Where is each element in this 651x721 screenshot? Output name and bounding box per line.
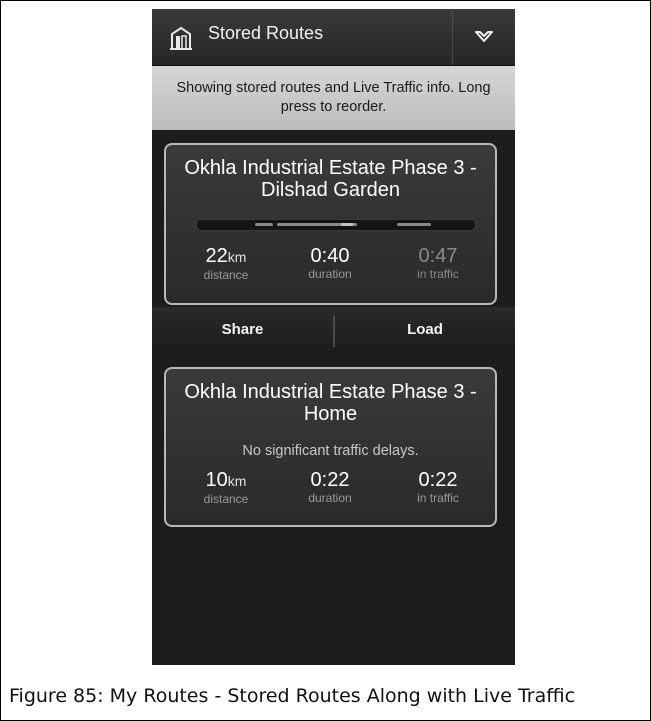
traffic-stat: 0:47 in traffic	[388, 245, 488, 281]
info-banner: Showing stored routes and Live Traffic i…	[152, 66, 515, 130]
traffic-segment	[255, 223, 273, 226]
traffic-segment	[397, 223, 431, 226]
duration-label: duration	[308, 267, 352, 281]
distance-value: 22	[205, 245, 228, 267]
traffic-value: 0:47	[418, 245, 458, 267]
stored-routes-icon	[170, 26, 192, 50]
route-title: Okhla Industrial Estate Phase 3 - Home	[184, 381, 477, 425]
figure-frame: Stored Routes Showing stored routes and …	[0, 0, 651, 721]
route-card-1[interactable]: Okhla Industrial Estate Phase 3 - Dilsha…	[164, 143, 497, 305]
distance-label: distance	[203, 492, 249, 506]
menu-button[interactable]	[453, 9, 515, 65]
traffic-bar	[196, 219, 476, 231]
duration-label: duration	[308, 491, 352, 505]
header-bar: Stored Routes	[152, 9, 515, 66]
load-button[interactable]: Load	[335, 307, 515, 353]
route-actions: Share Load	[152, 307, 515, 353]
chevron-down-icon	[475, 31, 493, 42]
traffic-status: No significant traffic delays.	[242, 443, 419, 459]
traffic-label: in traffic	[417, 267, 459, 281]
distance-unit: km	[227, 249, 247, 265]
distance-unit: km	[227, 473, 247, 489]
traffic-stat: 0:22 in traffic	[388, 469, 488, 505]
share-button[interactable]: Share	[152, 307, 333, 353]
distance-value-line: 10km	[176, 469, 276, 492]
traffic-value: 0:22	[418, 469, 458, 491]
figure-caption: Figure 85: My Routes - Stored Routes Alo…	[9, 685, 576, 707]
traffic-segment	[341, 223, 353, 226]
page-title: Stored Routes	[208, 23, 324, 43]
distance-value-line: 22km	[176, 245, 276, 268]
duration-value: 0:22	[310, 469, 350, 491]
duration-value: 0:40	[310, 245, 350, 267]
distance-stat: 10km distance	[176, 469, 276, 506]
info-text: Showing stored routes and Live Traffic i…	[176, 80, 491, 115]
route-card-2[interactable]: Okhla Industrial Estate Phase 3 - Home N…	[164, 367, 497, 527]
duration-stat: 0:40 duration	[280, 245, 380, 281]
traffic-label: in traffic	[417, 491, 459, 505]
distance-label: distance	[203, 268, 249, 282]
distance-value: 10	[205, 469, 228, 491]
distance-stat: 22km distance	[176, 245, 276, 282]
duration-stat: 0:22 duration	[280, 469, 380, 505]
phone-screen: Stored Routes Showing stored routes and …	[152, 9, 515, 665]
route-title: Okhla Industrial Estate Phase 3 - Dilsha…	[184, 157, 477, 201]
